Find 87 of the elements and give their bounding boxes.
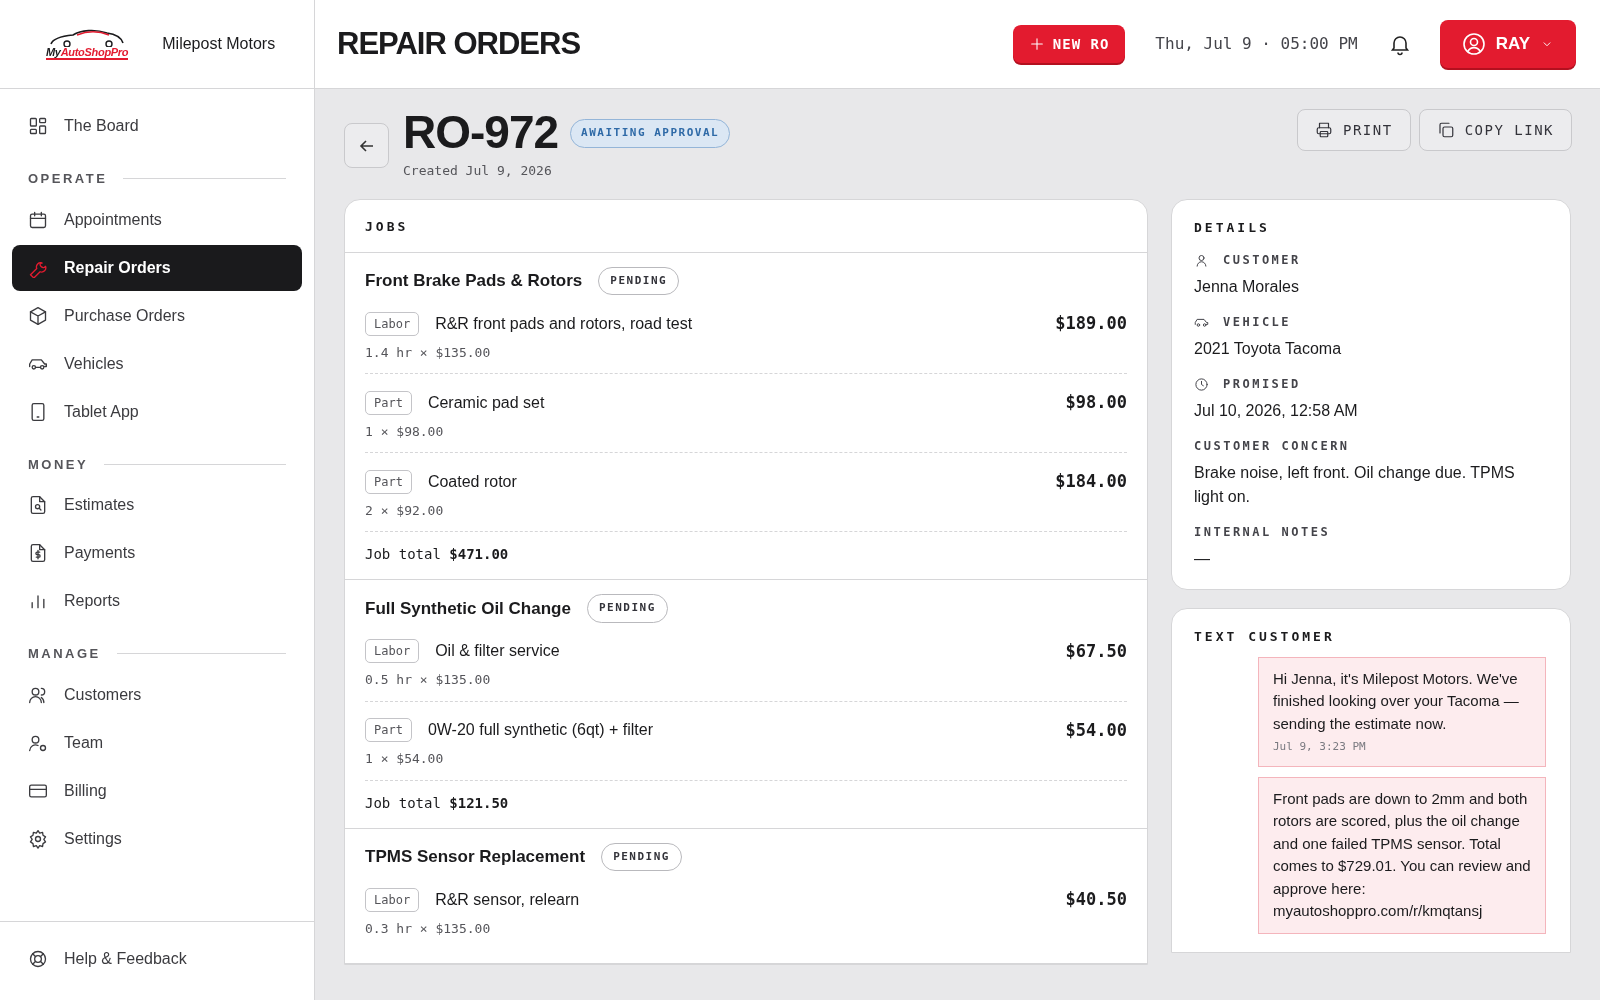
line-description: Ceramic pad set bbox=[427, 392, 545, 413]
job-name: Full Synthetic Oil Change bbox=[365, 597, 571, 620]
line-description: Coated rotor bbox=[427, 471, 517, 492]
field-label: INTERNAL NOTES bbox=[1194, 524, 1331, 541]
line-amount: $189.00 bbox=[1055, 312, 1127, 335]
dollar-document-icon bbox=[28, 543, 48, 563]
line-detail: 1 × $54.00 bbox=[365, 750, 445, 768]
line-detail: 2 × $92.00 bbox=[365, 501, 445, 520]
line-amount: $67.50 bbox=[1065, 639, 1127, 663]
gear-icon bbox=[28, 828, 48, 849]
nav-item[interactable]: The Board bbox=[12, 103, 302, 149]
order-number: RO-972 bbox=[403, 109, 559, 155]
user-menu-button[interactable]: RAY bbox=[1439, 20, 1576, 68]
calendar-icon bbox=[28, 209, 48, 230]
line-type-tag: Part bbox=[365, 469, 412, 494]
line-amount: $54.00 bbox=[1065, 718, 1127, 742]
line-description: 0W-20 full synthetic (6qt) + filter bbox=[427, 720, 654, 741]
line-detail: 0.5 hr × $135.00 bbox=[365, 671, 492, 689]
line-type-tag: Part bbox=[365, 718, 412, 743]
field-value: Jenna Morales bbox=[1194, 277, 1300, 297]
status-badge: AWAITING APPROVAL bbox=[570, 119, 731, 148]
nav-item[interactable]: Appointments bbox=[12, 196, 302, 243]
section-heading: MANAGE bbox=[28, 645, 101, 663]
field-label: CUSTOMER bbox=[1223, 252, 1301, 269]
nav-item[interactable]: Team bbox=[12, 719, 302, 766]
user-avatar-icon bbox=[1461, 32, 1486, 56]
nav-item[interactable]: Purchase Orders bbox=[12, 292, 302, 339]
field-label: PROMISED bbox=[1223, 376, 1301, 393]
field-value: Brake noise, left front. Oil change due. TPMS light on. bbox=[1194, 463, 1516, 507]
nav-item[interactable]: Settings bbox=[12, 815, 302, 862]
page-title: REPAIR ORDERS bbox=[337, 25, 582, 63]
box-icon bbox=[28, 305, 48, 326]
grid-icon bbox=[28, 116, 48, 136]
job-name: Front Brake Pads & Rotors bbox=[365, 270, 583, 292]
line-description: Oil & filter service bbox=[435, 641, 560, 662]
card-title: TEXT CUSTOMER bbox=[1194, 628, 1336, 646]
line-description: R&R front pads and rotors, road test bbox=[435, 313, 693, 334]
field-label: CUSTOMER CONCERN bbox=[1194, 438, 1350, 455]
line-type-tag: Labor bbox=[365, 887, 420, 912]
nav-item[interactable]: Customers bbox=[12, 671, 302, 718]
back-button[interactable] bbox=[344, 123, 389, 168]
document-search-icon bbox=[28, 495, 48, 515]
field-value: — bbox=[1194, 549, 1211, 569]
nav-item[interactable]: Reports bbox=[12, 578, 302, 624]
nav-item[interactable]: Tablet App bbox=[12, 388, 302, 435]
logo-text: MyAutoShopPro bbox=[46, 46, 129, 60]
copy-icon bbox=[1436, 121, 1455, 139]
clock-icon bbox=[1194, 376, 1209, 392]
line-amount: $40.50 bbox=[1065, 888, 1127, 911]
printer-icon bbox=[1315, 121, 1333, 139]
line-type-tag: Part bbox=[365, 390, 412, 415]
line-detail: 0.3 hr × $135.00 bbox=[365, 919, 492, 938]
message-text: Hi Jenna, it's Milepost Motors. We've finished looking over your Tacoma — sending the estimate now. bbox=[1273, 668, 1520, 734]
shop-name: Milepost Motors bbox=[162, 34, 276, 54]
job-total: Job total $121.50 bbox=[365, 794, 509, 811]
plus-icon bbox=[1028, 36, 1045, 52]
message-time: Jul 9, 3:23 PM bbox=[1273, 739, 1367, 755]
new-ro-button[interactable]: NEW RO bbox=[1012, 25, 1126, 63]
line-type-tag: Labor bbox=[365, 639, 420, 664]
person-icon bbox=[1194, 252, 1209, 268]
date-time: Thu, Jul 9 · 05:00 PM bbox=[1155, 33, 1358, 55]
section-heading: OPERATE bbox=[28, 170, 108, 188]
nav-item[interactable]: Vehicles bbox=[12, 340, 302, 387]
copy-link-button[interactable]: COPY LINK bbox=[1418, 109, 1572, 151]
message-text: Front pads are down to 2mm and both rotors are scored, plus the oil change and one failed TPMS sensor. Total comes to $729.01. You can review and approve here: myautoshoppro.com/r/kmqtansj bbox=[1273, 788, 1531, 921]
line-detail: 1 × $98.00 bbox=[365, 422, 445, 441]
section-heading: MONEY bbox=[28, 455, 89, 474]
created-date: Created Jul 9, 2026 bbox=[403, 162, 553, 180]
line-description: R&R sensor, relearn bbox=[435, 889, 580, 910]
nav-item[interactable]: Payments bbox=[12, 530, 302, 576]
line-type-tag: Labor bbox=[365, 311, 420, 336]
nav-item[interactable]: Billing bbox=[12, 767, 302, 814]
line-amount: $98.00 bbox=[1065, 391, 1127, 414]
field-label: VEHICLE bbox=[1223, 314, 1292, 331]
print-button[interactable]: PRINT bbox=[1297, 109, 1411, 151]
job-name: TPMS Sensor Replacement bbox=[365, 846, 586, 868]
lifebuoy-icon bbox=[28, 949, 48, 969]
field-value: Jul 10, 2026, 12:58 AM bbox=[1194, 401, 1359, 421]
field-value: 2021 Toyota Tacoma bbox=[1194, 339, 1343, 359]
job-total: Job total $471.00 bbox=[365, 546, 509, 562]
nav-item[interactable]: Estimates bbox=[12, 482, 302, 528]
nav-item[interactable]: Repair Orders bbox=[12, 244, 302, 291]
card-title: DETAILS bbox=[1194, 218, 1271, 237]
card-title: JOBS bbox=[365, 218, 409, 234]
line-amount: $184.00 bbox=[1055, 470, 1127, 493]
nav-item[interactable]: Help & Feedback bbox=[12, 936, 302, 982]
line-detail: 1.4 hr × $135.00 bbox=[365, 343, 492, 362]
